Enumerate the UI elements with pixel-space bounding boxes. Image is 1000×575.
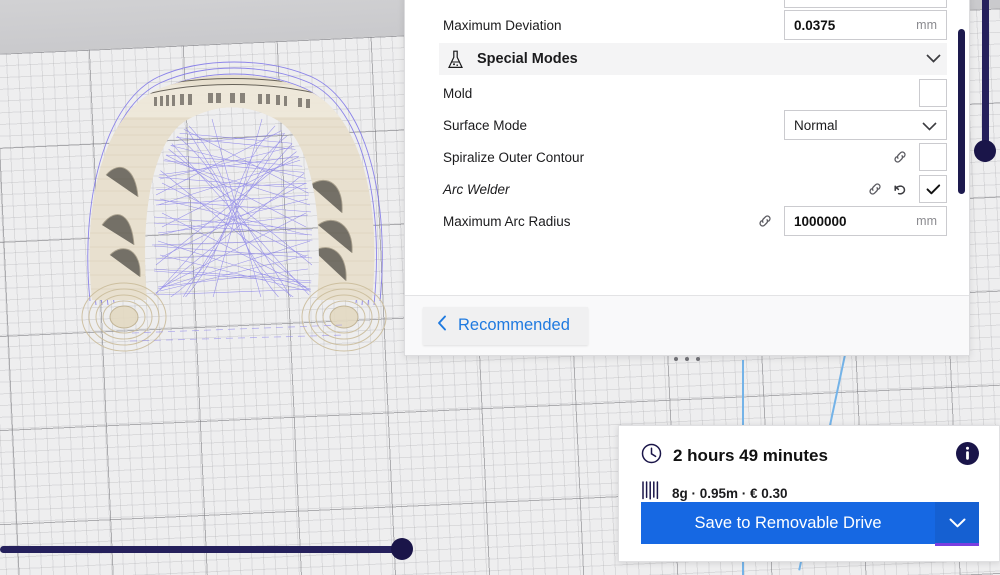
recommended-label: Recommended bbox=[458, 316, 570, 334]
print-job-info-card: 2 hours 49 minutes 8g · 0.95m · € 0.30 S… bbox=[618, 425, 1000, 562]
flask-icon bbox=[443, 50, 467, 69]
category-header-special-modes[interactable]: Special Modes bbox=[439, 43, 947, 75]
setting-row-maximum-travel-resolution[interactable]: Maximum Travel Resolution 0.7 mm bbox=[405, 0, 969, 9]
recommended-mode-button[interactable]: Recommended bbox=[423, 306, 588, 345]
info-icon[interactable] bbox=[956, 442, 979, 470]
input-value: 0.7 bbox=[785, 0, 813, 1]
layer-slider-handle[interactable] bbox=[974, 140, 996, 162]
cura-application-window: Maximum Resolution 1.1333 mm Maximum Tra… bbox=[0, 0, 1000, 575]
save-button-label: Save to Removable Drive bbox=[694, 513, 882, 532]
setting-row-arc-welder[interactable]: Arc Welder bbox=[405, 173, 969, 205]
maximum-arc-radius-input[interactable]: 1000000 mm bbox=[784, 206, 947, 236]
arc-welder-checkbox[interactable] bbox=[919, 175, 947, 203]
input-value: 1000000 bbox=[794, 213, 847, 229]
dropdown-value: Normal bbox=[794, 117, 838, 133]
grip-dot bbox=[696, 357, 700, 361]
setting-row-mold[interactable]: Mold bbox=[405, 77, 969, 109]
maximum-deviation-input[interactable]: 0.0375 mm bbox=[784, 10, 947, 40]
setting-label: Arc Welder bbox=[443, 181, 510, 197]
chevron-down-icon[interactable] bbox=[926, 50, 941, 68]
category-label: Special Modes bbox=[477, 51, 578, 67]
row-icons bbox=[757, 213, 773, 229]
chevron-down-icon bbox=[949, 518, 965, 528]
link-icon[interactable] bbox=[867, 181, 883, 197]
clock-icon bbox=[641, 443, 662, 469]
setting-row-maximum-arc-radius[interactable]: Maximum Arc Radius 1000000 mm bbox=[405, 205, 969, 237]
input-unit: mm bbox=[916, 18, 937, 32]
settings-list[interactable]: Maximum Resolution 1.1333 mm Maximum Tra… bbox=[405, 0, 969, 295]
print-time-row: 2 hours 49 minutes bbox=[641, 442, 979, 470]
maximum-travel-resolution-input[interactable]: 0.7 mm bbox=[784, 0, 947, 8]
setting-row-surface-mode[interactable]: Surface Mode Normal bbox=[405, 109, 969, 141]
dropdown-accent-bar bbox=[935, 543, 979, 546]
path-slider-handle[interactable] bbox=[391, 538, 413, 560]
row-icons bbox=[867, 181, 908, 197]
check-icon bbox=[926, 183, 940, 194]
path-slider-track[interactable] bbox=[0, 546, 400, 553]
setting-label: Mold bbox=[443, 85, 473, 101]
scrollbar-thumb[interactable] bbox=[958, 29, 965, 194]
input-unit: mm bbox=[916, 214, 937, 228]
row-icons bbox=[892, 149, 908, 165]
link-icon[interactable] bbox=[892, 149, 908, 165]
save-options-dropdown[interactable] bbox=[935, 502, 979, 544]
setting-label: Surface Mode bbox=[443, 117, 528, 133]
gcode-model-preview bbox=[62, 55, 402, 355]
save-to-removable-drive-button[interactable]: Save to Removable Drive bbox=[641, 502, 979, 546]
material-usage-value: 8g · 0.95m · € 0.30 bbox=[672, 485, 788, 501]
chevron-left-icon bbox=[437, 315, 447, 336]
setting-row-maximum-deviation[interactable]: Maximum Deviation 0.0375 mm bbox=[405, 9, 969, 41]
print-settings-panel: Maximum Resolution 1.1333 mm Maximum Tra… bbox=[404, 0, 970, 361]
surface-mode-dropdown[interactable]: Normal bbox=[784, 110, 947, 140]
setting-label: Maximum Deviation bbox=[443, 17, 562, 33]
revert-icon[interactable] bbox=[892, 181, 908, 197]
grip-dot bbox=[685, 357, 689, 361]
grip-dot bbox=[674, 357, 678, 361]
setting-label: Spiralize Outer Contour bbox=[443, 149, 585, 165]
path-view-slider[interactable] bbox=[0, 538, 413, 560]
mold-checkbox[interactable] bbox=[919, 79, 947, 107]
settings-scrollbar[interactable] bbox=[958, 0, 965, 295]
settings-panel-footer: Recommended bbox=[405, 295, 969, 355]
setting-label: Maximum Travel Resolution bbox=[443, 0, 784, 1]
panel-resize-grip[interactable] bbox=[405, 353, 969, 365]
spiralize-outer-contour-checkbox[interactable] bbox=[919, 143, 947, 171]
setting-label: Maximum Arc Radius bbox=[443, 213, 571, 229]
print-time-value: 2 hours 49 minutes bbox=[673, 446, 828, 465]
layer-slider-track[interactable] bbox=[982, 0, 989, 162]
link-icon[interactable] bbox=[757, 213, 773, 229]
setting-row-spiralize-outer-contour[interactable]: Spiralize Outer Contour bbox=[405, 141, 969, 173]
layer-view-slider[interactable] bbox=[974, 0, 996, 170]
input-value: 0.0375 bbox=[794, 17, 836, 33]
chevron-down-icon[interactable] bbox=[922, 118, 937, 136]
